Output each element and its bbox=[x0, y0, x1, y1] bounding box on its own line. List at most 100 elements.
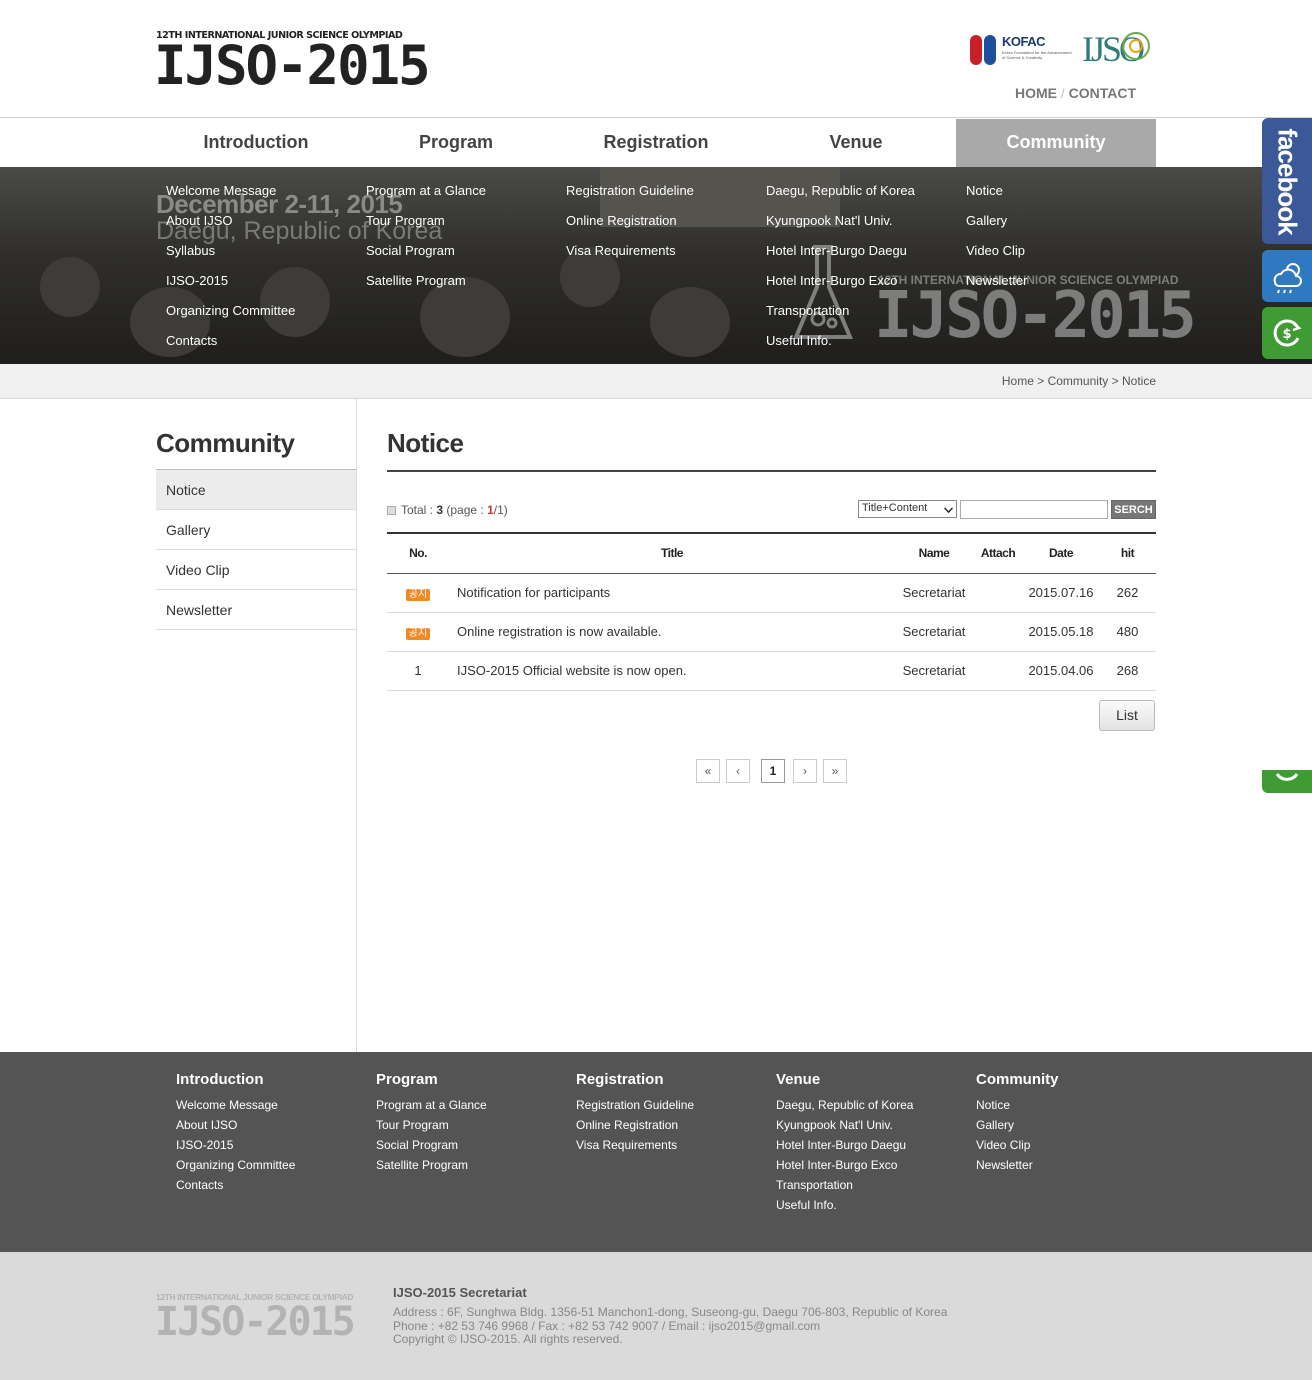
pagination-first-button[interactable]: « bbox=[696, 759, 720, 783]
weather-button[interactable] bbox=[1262, 250, 1312, 302]
pagination-next-button[interactable]: › bbox=[793, 759, 817, 783]
ijso-logo[interactable]: IJSO bbox=[1082, 28, 1156, 72]
facebook-button[interactable]: facebook bbox=[1262, 118, 1312, 244]
footer-link[interactable]: Useful Info. bbox=[776, 1195, 976, 1215]
sidebar-item-newsletter[interactable]: Newsletter bbox=[156, 590, 356, 630]
pagination-last-button[interactable]: » bbox=[823, 759, 847, 783]
row-title[interactable]: IJSO-2015 Official website is now open. bbox=[449, 651, 895, 691]
submenu-item[interactable]: Social Program bbox=[366, 241, 566, 271]
sidebar-divider bbox=[356, 399, 357, 1052]
footer-heading[interactable]: Program bbox=[376, 1071, 576, 1088]
submenu-item[interactable]: Satellite Program bbox=[366, 271, 566, 301]
nav-introduction[interactable]: Introduction bbox=[156, 119, 356, 167]
submenu-item[interactable]: Contacts bbox=[166, 331, 366, 361]
row-hit: 268 bbox=[1099, 651, 1156, 691]
table-row[interactable]: 1 IJSO-2015 Official website is now open… bbox=[387, 651, 1156, 691]
kofac-mark-blue bbox=[984, 35, 996, 65]
breadcrumb-home[interactable]: Home bbox=[1002, 374, 1034, 388]
submenu-item[interactable]: Hotel Inter-Burgo Daegu bbox=[766, 241, 966, 271]
submenu-item[interactable]: Hotel Inter-Burgo Exco bbox=[766, 271, 966, 301]
table-row[interactable]: 공지 Online registration is now available.… bbox=[387, 612, 1156, 652]
footer-col-community: Community Notice Gallery Video Clip News… bbox=[976, 1071, 1176, 1175]
submenu-item[interactable]: Online Registration bbox=[566, 211, 766, 241]
submenu-venue: Daegu, Republic of Korea Kyungpook Nat'l… bbox=[766, 181, 966, 361]
nav-registration[interactable]: Registration bbox=[556, 119, 756, 167]
submenu-item[interactable]: Organizing Committee bbox=[166, 301, 366, 331]
search-field-select[interactable]: Title+Content bbox=[858, 500, 957, 518]
submenu-item[interactable]: Welcome Message bbox=[166, 181, 366, 211]
footer-link[interactable]: Contacts bbox=[176, 1175, 376, 1195]
submenu-program: Program at a Glance Tour Program Social … bbox=[366, 181, 566, 301]
footer-link[interactable]: Video Clip bbox=[976, 1135, 1176, 1155]
table-row[interactable]: 공지 Notification for participants Secreta… bbox=[387, 573, 1156, 613]
footer-link[interactable]: Gallery bbox=[976, 1115, 1176, 1135]
sidebar-item-notice[interactable]: Notice bbox=[156, 470, 356, 510]
footer-heading[interactable]: Introduction bbox=[176, 1071, 376, 1088]
footer-link[interactable]: Notice bbox=[976, 1095, 1176, 1115]
column-header-hit: hit bbox=[1099, 532, 1156, 574]
footer-link[interactable]: Welcome Message bbox=[176, 1095, 376, 1115]
footer-heading[interactable]: Registration bbox=[576, 1071, 776, 1088]
footer-link[interactable]: Registration Guideline bbox=[576, 1095, 776, 1115]
footer-link[interactable]: Satellite Program bbox=[376, 1155, 576, 1175]
footer-link[interactable]: Online Registration bbox=[576, 1115, 776, 1135]
banner-photo-shape bbox=[40, 257, 100, 317]
submenu-item[interactable]: Transportation bbox=[766, 301, 966, 331]
footer-org-name: IJSO-2015 Secretariat bbox=[393, 1285, 527, 1300]
row-title[interactable]: Online registration is now available. bbox=[449, 612, 895, 652]
submenu-item[interactable]: Useful Info. bbox=[766, 331, 966, 361]
row-title[interactable]: Notification for participants bbox=[449, 573, 895, 613]
nav-venue[interactable]: Venue bbox=[756, 119, 956, 167]
contact-link[interactable]: CONTACT bbox=[1069, 85, 1136, 101]
sidebar-item-gallery[interactable]: Gallery bbox=[156, 510, 356, 550]
footer-link[interactable]: IJSO-2015 bbox=[176, 1135, 376, 1155]
footer-link[interactable]: Organizing Committee bbox=[176, 1155, 376, 1175]
row-attach bbox=[973, 651, 1023, 691]
submenu-item[interactable]: Video Clip bbox=[966, 241, 1166, 271]
currency-button[interactable]: $ bbox=[1262, 307, 1312, 359]
footer-link[interactable]: Social Program bbox=[376, 1135, 576, 1155]
submenu-item[interactable]: Newsletter bbox=[966, 271, 1166, 301]
footer-link[interactable]: Visa Requirements bbox=[576, 1135, 776, 1155]
sidebar-item-video-clip[interactable]: Video Clip bbox=[156, 550, 356, 590]
footer-link[interactable]: Tour Program bbox=[376, 1115, 576, 1135]
footer-link[interactable]: Hotel Inter-Burgo Daegu bbox=[776, 1135, 976, 1155]
search-input[interactable] bbox=[960, 500, 1108, 519]
footer-heading[interactable]: Venue bbox=[776, 1071, 976, 1088]
breadcrumb-section[interactable]: Community bbox=[1048, 374, 1109, 388]
floating-quick-button[interactable] bbox=[1262, 770, 1312, 793]
footer-link[interactable]: Kyungpook Nat'l Univ. bbox=[776, 1115, 976, 1135]
home-link[interactable]: HOME bbox=[1015, 85, 1057, 101]
submenu-item[interactable]: Visa Requirements bbox=[566, 241, 766, 271]
footer-link[interactable]: Transportation bbox=[776, 1175, 976, 1195]
submenu-item[interactable]: About IJSO bbox=[166, 211, 366, 241]
footer-link[interactable]: Hotel Inter-Burgo Exco bbox=[776, 1155, 976, 1175]
pagination-page-1[interactable]: 1 bbox=[761, 759, 785, 783]
footer-link[interactable]: Program at a Glance bbox=[376, 1095, 576, 1115]
page-label: (page : bbox=[443, 503, 488, 517]
submenu-item[interactable]: Program at a Glance bbox=[366, 181, 566, 211]
submenu-item[interactable]: Notice bbox=[966, 181, 1166, 211]
search-button[interactable]: SERCH bbox=[1111, 500, 1156, 519]
footer-col-registration: Registration Registration Guideline Onli… bbox=[576, 1071, 776, 1155]
submenu-item[interactable]: Syllabus bbox=[166, 241, 366, 271]
submenu-item[interactable]: Tour Program bbox=[366, 211, 566, 241]
pagination-prev-button[interactable]: ‹ bbox=[726, 759, 750, 783]
footer-copyright: Copyright © IJSO-2015. All rights reserv… bbox=[393, 1332, 623, 1346]
submenu-item[interactable]: Registration Guideline bbox=[566, 181, 766, 211]
submenu-item[interactable]: Daegu, Republic of Korea bbox=[766, 181, 966, 211]
footer-link[interactable]: Daegu, Republic of Korea bbox=[776, 1095, 976, 1115]
kofac-logo[interactable]: KOFAC Korea Foundation for the Advanceme… bbox=[970, 33, 1072, 69]
footer-link[interactable]: Newsletter bbox=[976, 1155, 1176, 1175]
location-bar: Home > Community > Notice bbox=[0, 364, 1312, 399]
footer-link[interactable]: About IJSO bbox=[176, 1115, 376, 1135]
nav-community[interactable]: Community bbox=[956, 119, 1156, 167]
kofac-mark-red bbox=[970, 35, 982, 65]
submenu-item[interactable]: Gallery bbox=[966, 211, 1166, 241]
nav-program[interactable]: Program bbox=[356, 119, 556, 167]
ijso-globe-icon bbox=[1122, 32, 1150, 60]
list-button[interactable]: List bbox=[1099, 700, 1155, 731]
submenu-item[interactable]: Kyungpook Nat'l Univ. bbox=[766, 211, 966, 241]
submenu-item[interactable]: IJSO-2015 bbox=[166, 271, 366, 301]
footer-heading[interactable]: Community bbox=[976, 1071, 1176, 1088]
